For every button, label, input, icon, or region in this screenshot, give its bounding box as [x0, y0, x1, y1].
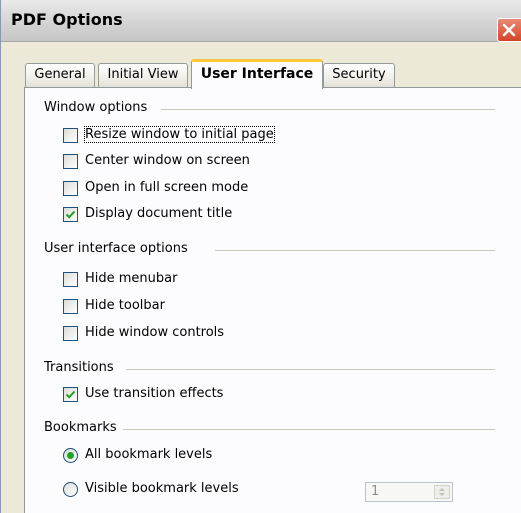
radio-button[interactable] — [63, 482, 78, 497]
radio-button[interactable] — [63, 448, 78, 463]
checkbox[interactable] — [63, 128, 78, 143]
tab-security[interactable]: Security — [323, 63, 395, 87]
divider — [126, 369, 495, 370]
close-button[interactable] — [497, 18, 521, 42]
tab-user-interface[interactable]: User Interface — [191, 59, 323, 89]
divider — [215, 250, 495, 251]
title-bar: PDF Options — [1, 0, 521, 42]
bookmarks-heading: Bookmarks — [44, 420, 117, 435]
window-title: PDF Options — [11, 10, 123, 29]
pdf-options-dialog: PDF Options General Initial View User In… — [0, 0, 521, 513]
option-label: Resize window to initial page — [84, 126, 275, 143]
checkbox[interactable] — [63, 387, 78, 402]
window-options-heading: Window options — [44, 100, 148, 115]
divider — [161, 109, 495, 110]
divider — [123, 429, 495, 430]
radio-selected-dot — [67, 452, 74, 459]
checkbox[interactable] — [63, 207, 78, 222]
checkbox[interactable] — [63, 326, 78, 341]
ui-options-heading: User interface options — [44, 241, 188, 256]
spinner-arrows[interactable] — [434, 485, 450, 499]
option-label: Use transition effects — [85, 386, 224, 401]
tab-general[interactable]: General — [25, 63, 95, 87]
spinner-value: 1 — [371, 484, 380, 499]
tab-initial-view[interactable]: Initial View — [98, 63, 188, 87]
option-label: Center window on screen — [85, 153, 250, 168]
option-label: Hide window controls — [85, 325, 225, 340]
option-label: Open in full screen mode — [85, 180, 249, 195]
option-label: All bookmark levels — [85, 447, 213, 462]
checkmark-icon — [65, 390, 76, 399]
checkbox[interactable] — [63, 299, 78, 314]
close-icon — [502, 23, 516, 37]
spin-arrows-icon — [439, 488, 445, 496]
option-label: Visible bookmark levels — [85, 481, 239, 496]
checkmark-icon — [65, 210, 76, 219]
option-label: Hide toolbar — [85, 298, 165, 313]
option-label: Hide menubar — [85, 271, 178, 286]
checkbox[interactable] — [63, 181, 78, 196]
option-label: Display document title — [85, 206, 233, 221]
checkbox[interactable] — [63, 272, 78, 287]
bookmark-levels-spinner[interactable]: 1 — [365, 482, 453, 502]
checkbox[interactable] — [63, 154, 78, 169]
transitions-heading: Transitions — [44, 360, 114, 375]
